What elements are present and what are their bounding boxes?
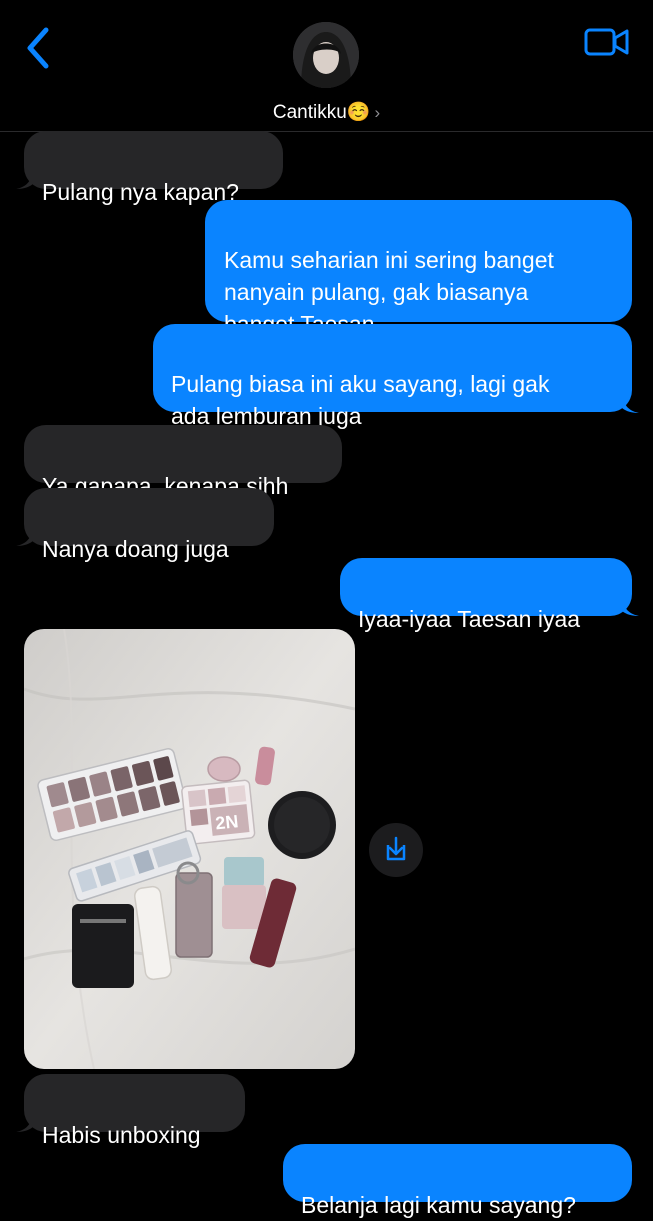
svg-text:2N: 2N: [214, 811, 239, 833]
message-bubble-received[interactable]: Habis unboxing: [24, 1074, 245, 1148]
contact-name-label: Cantikku☺️: [272, 102, 371, 123]
bubble-tail: [16, 1114, 34, 1132]
message-text: Iyaa-iyaa Taesan iyaa: [358, 606, 581, 632]
makeup-photo: 2N: [24, 629, 355, 1069]
message-text: Pulang biasa ini aku sayang, lagi gak ad…: [171, 371, 550, 429]
conversation-header: Cantikku☺️ ›: [0, 0, 653, 132]
bubble-tail: [621, 395, 639, 413]
message-text: Habis unboxing: [42, 1122, 201, 1148]
message-bubble-sent[interactable]: Kamu seharian ini sering banget nanyain …: [205, 200, 632, 337]
message-bubble-sent[interactable]: Iyaa-iyaa Taesan iyaa: [340, 558, 632, 632]
avatar[interactable]: [293, 22, 359, 88]
message-bubble-sent[interactable]: Pulang biasa ini aku sayang, lagi gak ad…: [153, 324, 632, 429]
bubble-tail: [621, 598, 639, 616]
chevron-left-icon[interactable]: [22, 26, 56, 70]
chevron-right-icon: ›: [374, 103, 381, 122]
message-bubble-received[interactable]: Ya gapapa, kenapa sihh: [24, 425, 342, 499]
message-text: Pulang nya kapan?: [42, 179, 239, 205]
bubble-tail: [16, 171, 34, 189]
download-icon: [386, 836, 406, 861]
contact-name[interactable]: Cantikku☺️ ›: [0, 100, 653, 124]
video-camera-icon[interactable]: [584, 26, 630, 58]
save-photo-button[interactable]: [369, 823, 423, 877]
photo-attachment[interactable]: 2N: [24, 629, 355, 1069]
message-text: Belanja lagi kamu sayang?: [301, 1192, 576, 1218]
message-text: Nanya doang juga: [42, 536, 229, 562]
message-bubble-sent[interactable]: Belanja lagi kamu sayang?: [283, 1144, 632, 1218]
message-bubble-received[interactable]: Nanya doang juga: [24, 488, 274, 562]
bubble-tail: [16, 528, 34, 546]
message-bubble-received[interactable]: Pulang nya kapan?: [24, 131, 283, 205]
